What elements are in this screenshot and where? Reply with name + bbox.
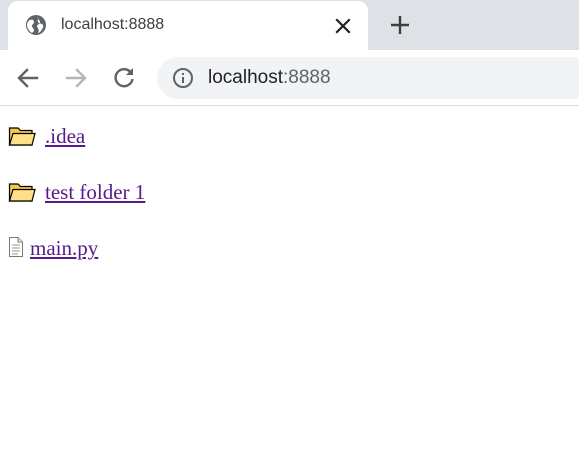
forward-arrow-icon[interactable] (63, 65, 89, 91)
file-icon (9, 237, 23, 257)
globe-icon (26, 15, 46, 35)
browser-toolbar: localhost:8888 (0, 50, 579, 106)
directory-listing: .idea test folder 1 main.py (0, 106, 579, 462)
plus-icon[interactable] (387, 12, 413, 38)
reload-icon[interactable] (111, 65, 137, 91)
tab-title: localhost:8888 (61, 16, 165, 33)
close-icon[interactable] (331, 14, 355, 38)
info-icon[interactable] (172, 67, 194, 89)
address-bar[interactable]: localhost:8888 (157, 57, 579, 99)
url-text[interactable]: localhost:8888 (208, 67, 331, 89)
url-port: :8888 (283, 67, 331, 88)
url-host: localhost (208, 67, 283, 88)
folder-icon (8, 183, 36, 202)
folder-icon (8, 127, 36, 146)
folder-link[interactable]: test folder 1 (45, 178, 145, 206)
folder-link[interactable]: .idea (45, 122, 85, 150)
file-link[interactable]: main.py (30, 234, 98, 262)
tab-strip: localhost:8888 (0, 0, 579, 50)
browser-tab[interactable]: localhost:8888 (8, 1, 368, 50)
back-arrow-icon[interactable] (15, 65, 41, 91)
